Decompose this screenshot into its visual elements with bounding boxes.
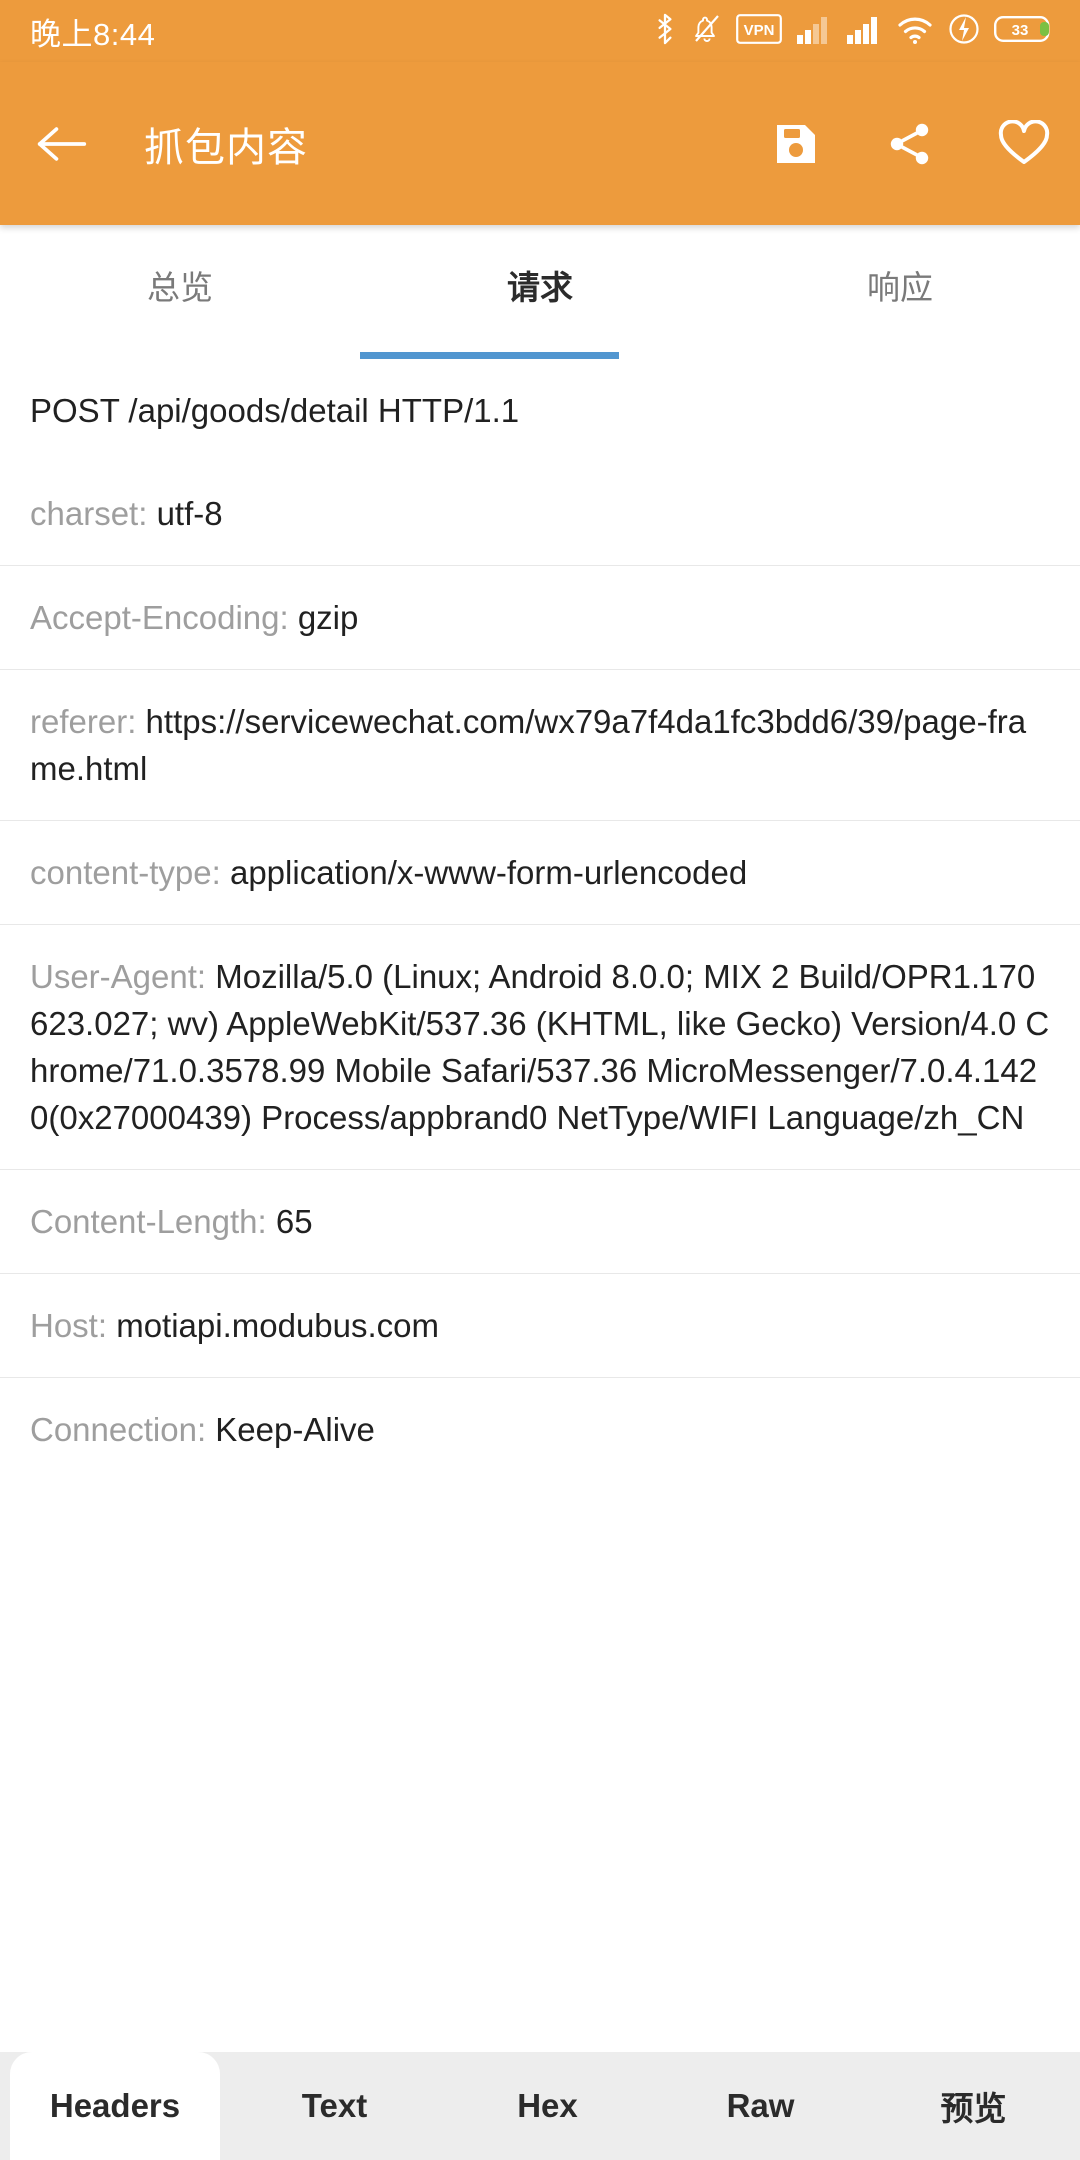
header-key: referer <box>30 703 128 740</box>
svg-text:VPN: VPN <box>744 22 775 39</box>
vpn-icon: VPN <box>736 13 782 49</box>
battery-icon: 33 <box>994 13 1054 50</box>
back-arrow-icon[interactable] <box>36 118 88 170</box>
tab-response[interactable]: 响应 <box>720 225 1080 359</box>
header-key: Connection <box>30 1411 197 1448</box>
bottom-tab-preview[interactable]: 预览 <box>867 2052 1080 2160</box>
page-title: 抓包内容 <box>144 125 308 170</box>
header-key: Accept-Encoding <box>30 599 280 636</box>
header-value: Keep-Alive <box>215 1411 375 1448</box>
header-row-request-line[interactable]: POST /api/goods/detail HTTP/1.1 <box>0 359 1080 462</box>
header-value: gzip <box>297 599 359 636</box>
header-value: motiapi.modubus.com <box>116 1307 440 1344</box>
header-key: Host <box>30 1307 98 1344</box>
header-value: 65 <box>275 1203 313 1240</box>
bottom-tab-hex[interactable]: Hex <box>441 2052 654 2160</box>
header-value: https://servicewechat.com/wx79a7f4da1fc3… <box>30 703 1027 787</box>
charging-bolt-icon <box>948 13 980 50</box>
bluetooth-icon <box>652 11 678 52</box>
save-icon[interactable] <box>770 118 822 170</box>
notifications-muted-icon <box>692 13 722 50</box>
header-row-content-type[interactable]: content-type: application/x-www-form-url… <box>0 820 1080 924</box>
header-value: POST /api/goods/detail HTTP/1.1 <box>30 392 520 429</box>
bottom-tab-raw[interactable]: Raw <box>654 2052 867 2160</box>
wifi-icon <box>896 13 934 50</box>
signal-1-icon <box>796 13 832 50</box>
status-bar: 晚上8:44 VPN 33 <box>0 0 1080 62</box>
header-row-connection[interactable]: Connection: Keep-Alive <box>0 1377 1080 1481</box>
signal-2-icon <box>846 13 882 50</box>
tab-overview[interactable]: 总览 <box>0 225 360 359</box>
header-row-user-agent[interactable]: User-Agent: Mozilla/5.0 (Linux; Android … <box>0 924 1080 1169</box>
status-icons: VPN 33 <box>652 11 1054 52</box>
toolbar-actions <box>770 118 1050 170</box>
bottom-tab-headers-wrap: Headers <box>0 2052 228 2160</box>
bottom-tab-headers[interactable]: Headers <box>10 2052 220 2160</box>
battery-level-text: 33 <box>1012 22 1029 39</box>
header-key: content-type <box>30 854 212 891</box>
header-value: utf-8 <box>156 495 223 532</box>
header-row-charset[interactable]: charset: utf-8 <box>0 462 1080 565</box>
status-clock: 晚上8:44 <box>30 16 156 52</box>
header-value: application/x-www-form-urlencoded <box>229 854 748 891</box>
header-row-content-length[interactable]: Content-Length: 65 <box>0 1169 1080 1273</box>
header-key: Content-Length <box>30 1203 258 1240</box>
request-headers-list: POST /api/goods/detail HTTP/1.1 charset:… <box>0 359 1080 1481</box>
app-toolbar: 抓包内容 <box>0 62 1080 225</box>
top-tab-bar: 总览 请求 响应 <box>0 225 1080 359</box>
tab-selection-indicator <box>360 352 619 359</box>
header-key: charset <box>30 495 139 532</box>
favorite-icon[interactable] <box>998 118 1050 170</box>
share-icon[interactable] <box>884 118 936 170</box>
bottom-tab-bar: Headers Text Hex Raw 预览 <box>0 2052 1080 2160</box>
bottom-tab-text[interactable]: Text <box>228 2052 441 2160</box>
header-row-accept-encoding[interactable]: Accept-Encoding: gzip <box>0 565 1080 669</box>
tab-request[interactable]: 请求 <box>360 225 720 359</box>
header-row-referer[interactable]: referer: https://servicewechat.com/wx79a… <box>0 669 1080 820</box>
header-key: User-Agent <box>30 958 197 995</box>
header-row-host[interactable]: Host: motiapi.modubus.com <box>0 1273 1080 1377</box>
